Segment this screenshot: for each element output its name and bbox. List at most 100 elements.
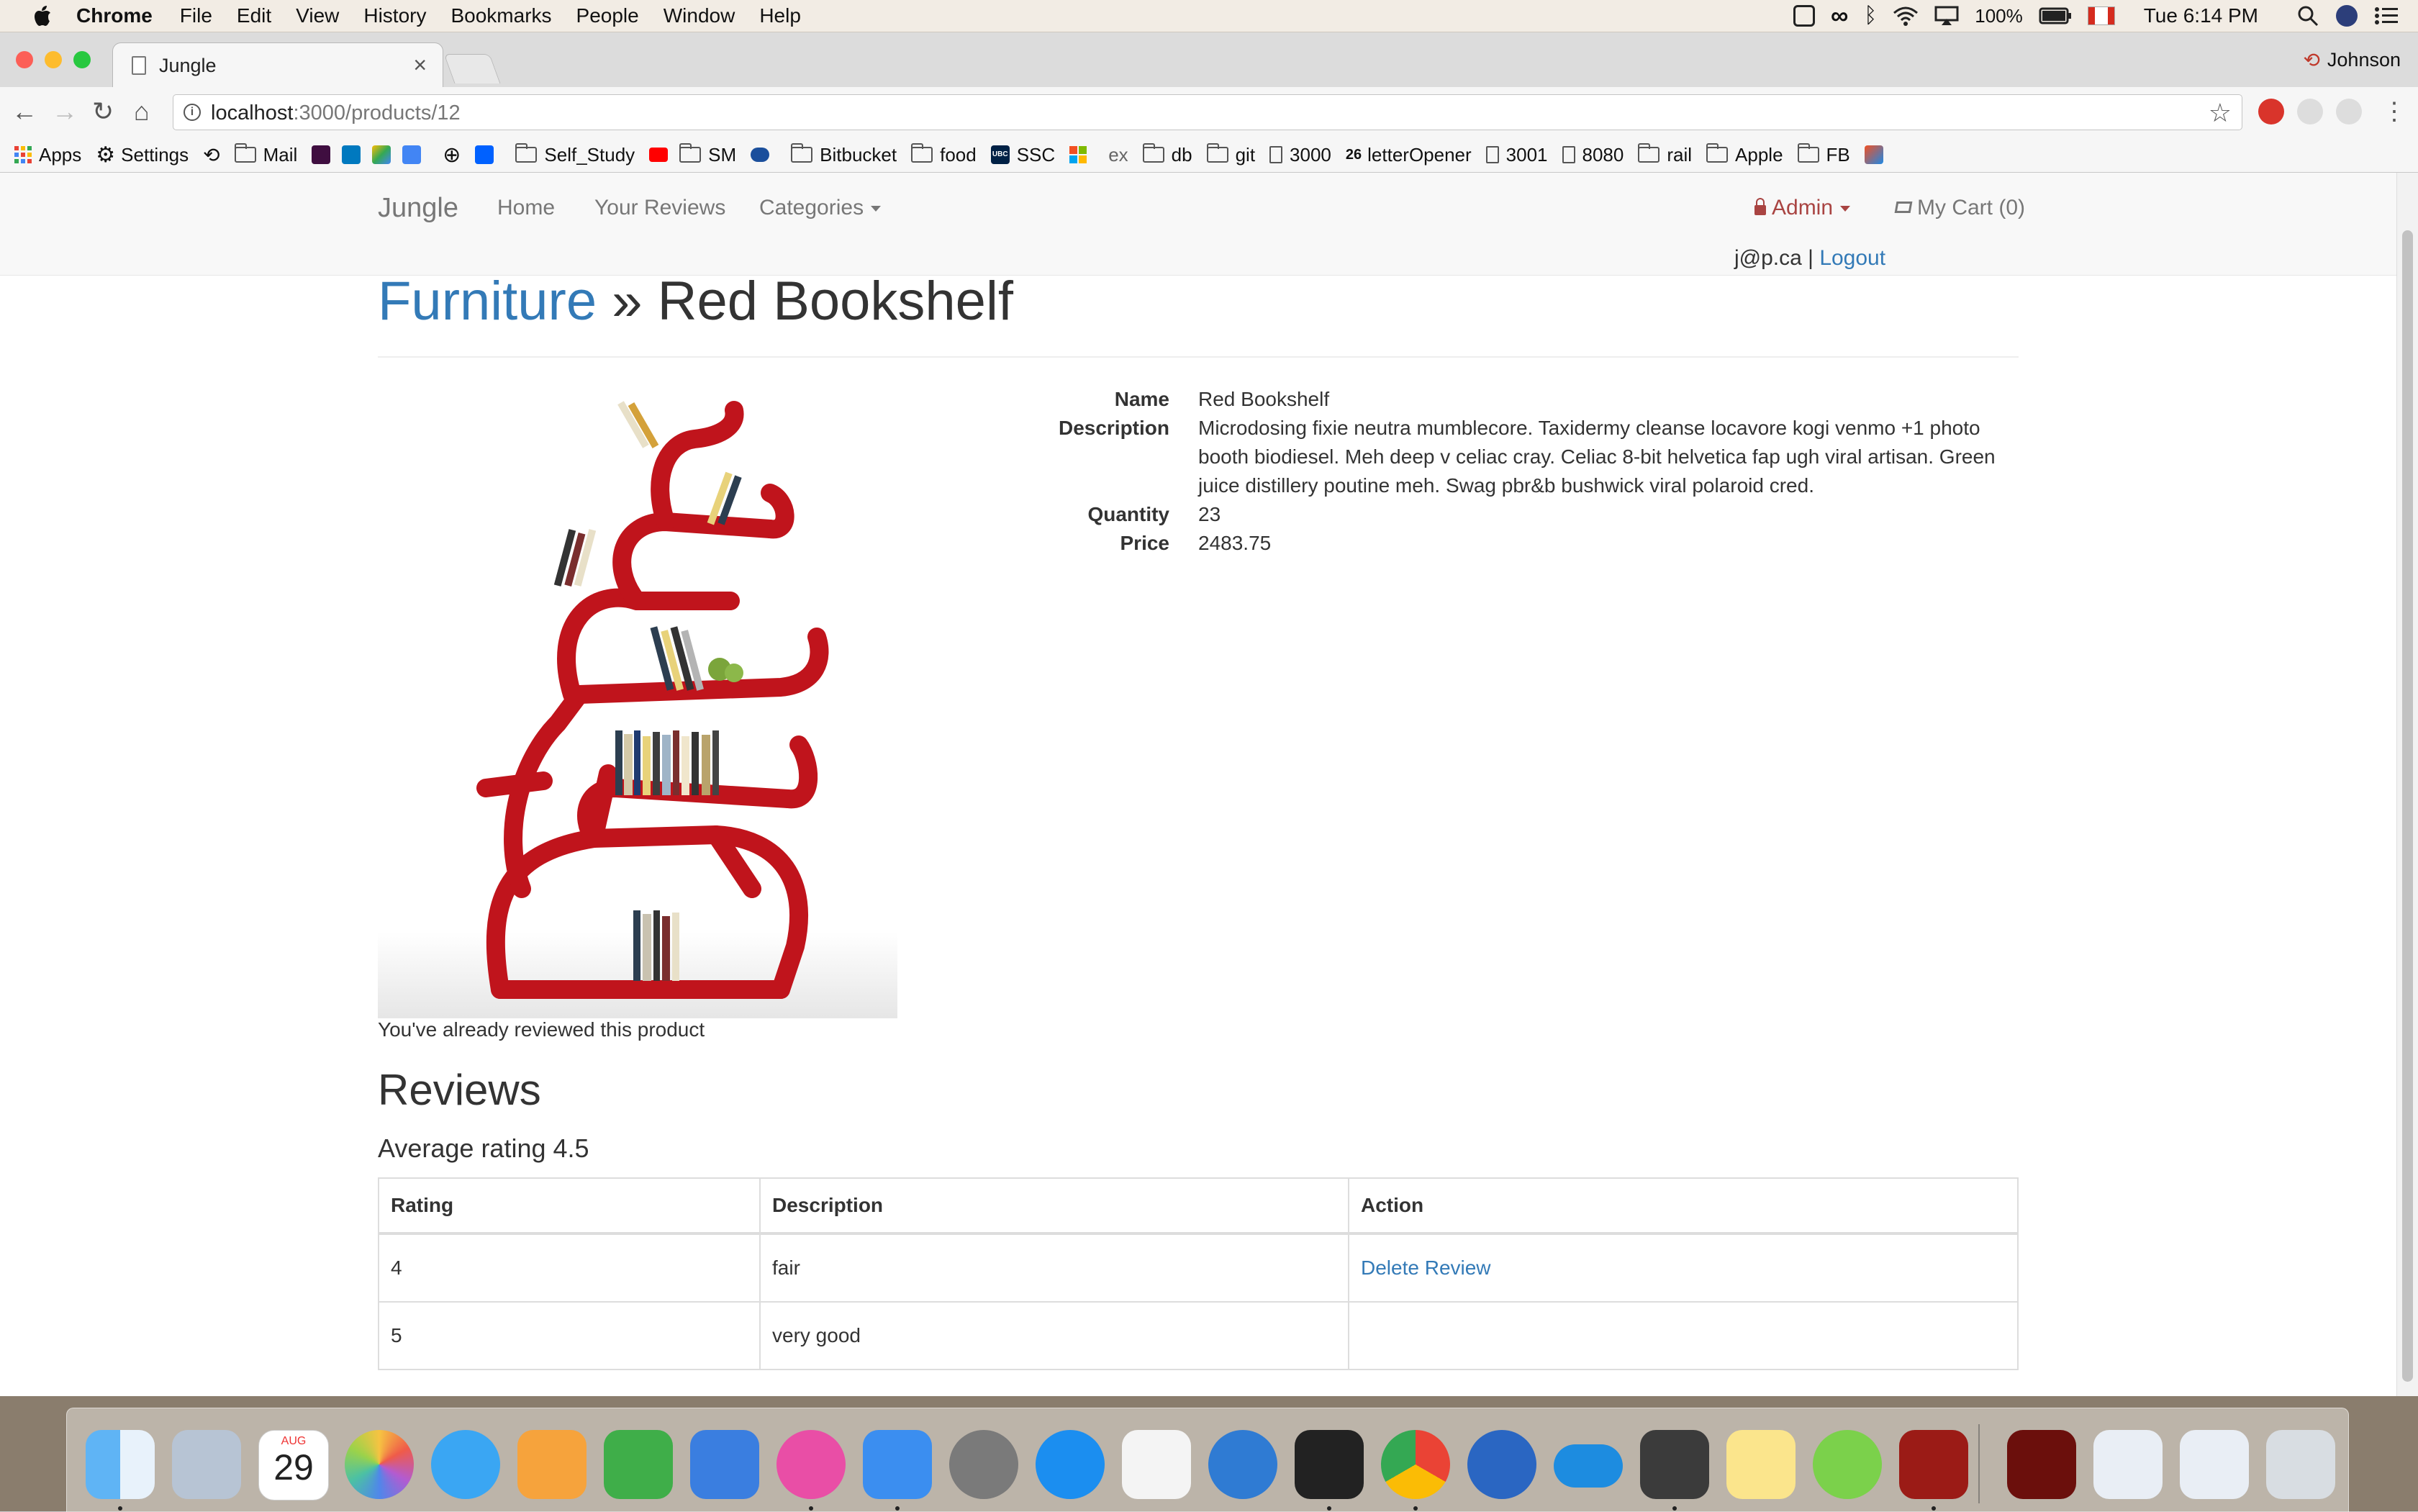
delete-review-link[interactable]: Delete Review [1361, 1257, 1491, 1279]
bookmark-ssc[interactable]: UBC SSC [990, 144, 1055, 166]
category-breadcrumb-link[interactable]: Furniture [378, 271, 597, 332]
window-zoom-button[interactable] [73, 51, 91, 68]
chrome-menu-icon[interactable]: ⋮ [2382, 97, 2406, 126]
nav-cart-link[interactable]: My Cart (0) [1894, 196, 2025, 220]
menu-bookmarks[interactable]: Bookmarks [450, 4, 551, 27]
bookmark-star-icon[interactable]: ☆ [2209, 98, 2232, 128]
itunes-icon[interactable] [776, 1430, 846, 1499]
tab-jungle[interactable]: Jungle × [112, 42, 443, 87]
pages-icon[interactable] [517, 1430, 587, 1499]
window-close-button[interactable] [16, 51, 33, 68]
bookmark-slack-icon[interactable] [312, 145, 338, 164]
numbers-icon[interactable] [604, 1430, 673, 1499]
tab-close-icon[interactable]: × [413, 52, 427, 78]
new-tab-button[interactable] [443, 54, 501, 83]
bookmark-dropbox-icon[interactable] [475, 145, 501, 164]
bookmark-8080[interactable]: 8080 [1562, 144, 1624, 166]
menu-view[interactable]: View [296, 4, 339, 27]
acrobat-icon[interactable] [1899, 1430, 1968, 1499]
logout-link[interactable]: Logout [1819, 246, 1885, 270]
bookmark-self-study[interactable]: Self_Study [515, 143, 635, 166]
site-info-icon[interactable]: i [184, 104, 201, 121]
wifi-icon[interactable] [1893, 6, 1919, 26]
globe-icon[interactable] [1208, 1430, 1277, 1499]
menu-app-name[interactable]: Chrome [76, 4, 153, 27]
menu-clock[interactable]: Tue 6:14 PM [2144, 4, 2258, 27]
bookmark-cloud-icon[interactable] [751, 148, 776, 162]
window-minimize-button[interactable] [45, 51, 62, 68]
battery-icon[interactable] [2039, 7, 2072, 24]
spotlight-search-icon[interactable] [2297, 5, 2319, 27]
chrome-icon[interactable] [1381, 1430, 1450, 1499]
bookmark-3000[interactable]: 3000 [1269, 144, 1331, 166]
address-bar[interactable]: i localhost:3000/products/12 ☆ [173, 94, 2242, 130]
system-preferences-icon[interactable] [949, 1430, 1018, 1499]
bookmark-translate-icon[interactable] [402, 145, 428, 164]
bookmark-settings[interactable]: ⚙ Settings [96, 142, 189, 168]
bluetooth-icon[interactable]: ᛒ [1864, 4, 1877, 28]
bookmark-ex[interactable]: ex [1108, 144, 1128, 166]
airplay-icon[interactable] [1934, 6, 1959, 26]
trash-icon[interactable] [2266, 1430, 2335, 1499]
nav-your-reviews-link[interactable]: Your Reviews [594, 196, 725, 220]
acrobat-doc-icon[interactable] [2007, 1430, 2076, 1499]
downloads-icon[interactable] [2093, 1430, 2163, 1499]
bookmark-mail[interactable]: Mail [234, 143, 297, 166]
messages-icon[interactable] [431, 1430, 500, 1499]
navbar-brand[interactable]: Jungle [378, 193, 458, 224]
bookmark-git[interactable]: git [1206, 143, 1255, 166]
nav-admin-dropdown[interactable]: Admin [1754, 196, 1851, 220]
bookmark-rail[interactable]: rail [1638, 143, 1692, 166]
apple-menu-icon[interactable] [29, 1, 58, 30]
reload-icon[interactable]: ↻ [92, 97, 114, 126]
xcode-icon[interactable] [863, 1430, 932, 1499]
scrollbar-thumb[interactable] [2402, 230, 2413, 1382]
bookmark-letter-opener[interactable]: 26 letterOpener [1346, 144, 1472, 166]
bookmark-trello-icon[interactable] [342, 145, 368, 164]
canada-flag-icon[interactable] [2087, 6, 2115, 25]
tex-extension-icon[interactable] [2297, 99, 2323, 125]
bookmark-office-icon[interactable] [1864, 145, 1891, 164]
launchpad-icon[interactable] [172, 1430, 241, 1499]
back-arrow-icon[interactable]: ← [12, 97, 37, 126]
bookmark-drive-icon[interactable] [372, 145, 398, 164]
bookmark-microsoft-icon[interactable] [1069, 146, 1094, 163]
nav-home-link[interactable]: Home [497, 196, 555, 220]
bookmark-food[interactable]: food [911, 143, 977, 166]
app-store-icon[interactable] [1036, 1430, 1105, 1499]
bookmark-bitbucket[interactable]: Bitbucket [791, 143, 897, 166]
bookmark-db[interactable]: db [1142, 143, 1192, 166]
r-icon[interactable] [1467, 1430, 1536, 1499]
bookmark-apps[interactable]: Apps [14, 144, 81, 166]
bookmark-youtube-icon[interactable] [649, 148, 675, 162]
forward-arrow-icon[interactable]: → [52, 97, 78, 126]
adblock-extension-icon[interactable] [2258, 99, 2284, 125]
menu-window[interactable]: Window [664, 4, 735, 27]
user-avatar-icon[interactable] [2336, 5, 2358, 27]
address-url[interactable]: localhost:3000/products/12 [211, 101, 461, 125]
bookmark-sm[interactable]: SM [679, 143, 736, 166]
infinity-status-icon[interactable]: ∞ [1831, 2, 1848, 30]
home-icon[interactable]: ⌂ [134, 97, 150, 126]
camera-extension-icon[interactable] [2336, 99, 2362, 125]
sublime-text-icon[interactable] [1640, 1430, 1709, 1499]
menu-file[interactable]: File [180, 4, 212, 27]
menu-people[interactable]: People [576, 4, 639, 27]
menu-edit[interactable]: Edit [237, 4, 271, 27]
terminal-icon[interactable] [1295, 1430, 1364, 1499]
bookmark-apple[interactable]: Apple [1706, 143, 1783, 166]
bookmark-history-icon[interactable]: ⟲ [203, 143, 219, 167]
finder-icon[interactable] [86, 1430, 155, 1499]
bookmark-fb[interactable]: FB [1797, 143, 1850, 166]
onedrive-icon[interactable] [1554, 1444, 1623, 1488]
keynote-icon[interactable] [690, 1430, 759, 1499]
bookmark-3001[interactable]: 3001 [1485, 144, 1548, 166]
notes-icon[interactable] [1726, 1430, 1796, 1499]
nav-categories-dropdown[interactable]: Categories [759, 196, 882, 220]
documents-icon[interactable] [2180, 1430, 2249, 1499]
menu-history[interactable]: History [363, 4, 426, 27]
page-scrollbar[interactable] [2396, 173, 2418, 1396]
bookmark-add-icon[interactable]: ⊕ [443, 142, 461, 168]
notification-center-icon[interactable] [2375, 6, 2398, 25]
photos-icon[interactable] [345, 1430, 414, 1499]
